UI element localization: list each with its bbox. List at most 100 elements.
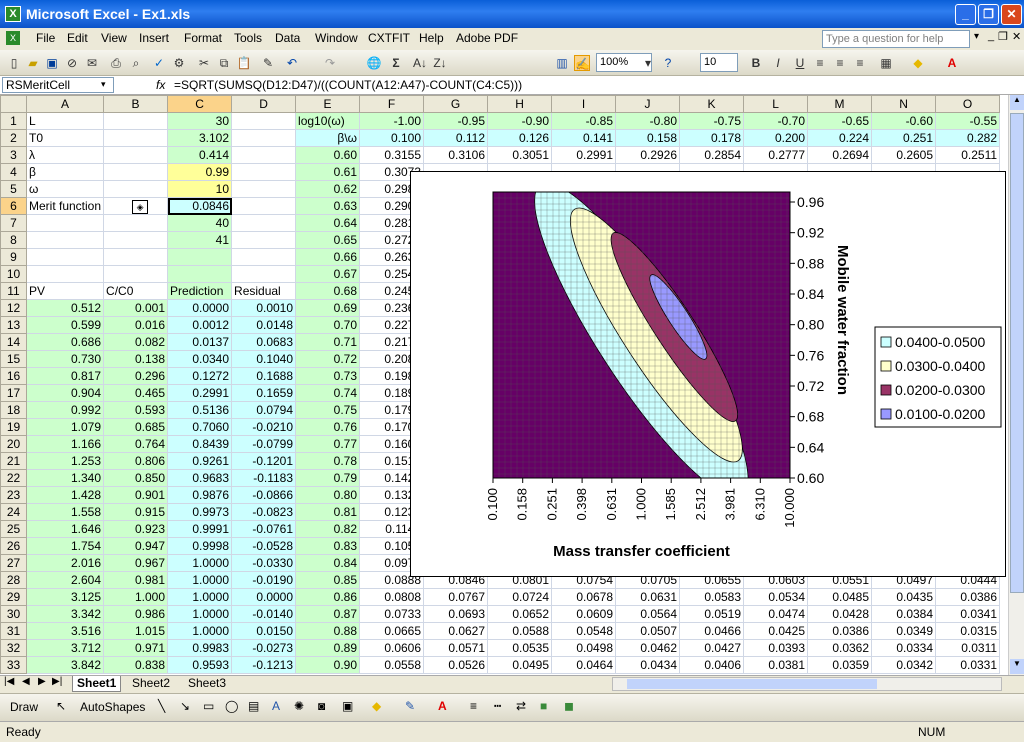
cell[interactable]: 0.0425 — [743, 622, 809, 640]
column-header[interactable]: N — [871, 95, 937, 113]
cell[interactable]: 3.102 — [167, 129, 233, 147]
cell[interactable]: 0.0485 — [807, 588, 873, 606]
cell[interactable]: 0.9991 — [167, 520, 233, 538]
column-header[interactable]: B — [103, 95, 169, 113]
formula-input[interactable]: =SQRT(SUMSQ(D12:D47)/((COUNT(A12:A47)-CO… — [174, 78, 522, 92]
cell[interactable]: 0.0000 — [167, 299, 233, 317]
menu-format[interactable]: Format — [184, 31, 222, 45]
cell[interactable]: 0.68 — [295, 282, 361, 300]
cell[interactable]: 0.2991 — [551, 146, 617, 164]
cell[interactable]: 0.0386 — [935, 588, 1001, 606]
clipart-icon[interactable]: ◙ — [318, 699, 325, 713]
cell[interactable]: 0.1272 — [167, 367, 233, 385]
align-center-icon[interactable]: ≡ — [832, 55, 848, 71]
cell[interactable]: -0.60 — [871, 112, 937, 130]
cell[interactable]: 0.0331 — [935, 656, 1001, 674]
cell[interactable]: 0.85 — [295, 571, 361, 589]
row-header[interactable]: 1 — [0, 112, 27, 130]
cell[interactable] — [25, 248, 105, 266]
cell[interactable]: 30 — [167, 112, 233, 130]
font-color-icon[interactable]: A — [944, 55, 960, 71]
format-painter-icon[interactable]: ✎ — [260, 55, 276, 71]
cell[interactable]: 0.001 — [103, 299, 169, 317]
cell[interactable]: 0.64 — [295, 214, 361, 232]
new-icon[interactable]: ▯ — [6, 55, 22, 71]
cell[interactable] — [103, 248, 169, 266]
cell[interactable]: -0.1183 — [231, 469, 297, 487]
cell[interactable]: 1.754 — [25, 537, 105, 555]
email-icon[interactable]: ✉ — [84, 55, 100, 71]
print-icon[interactable]: ⎙ — [108, 55, 124, 71]
cell[interactable]: 0.9998 — [167, 537, 233, 555]
cell[interactable]: 0.1040 — [231, 350, 297, 368]
cell[interactable]: 0.0341 — [935, 605, 1001, 623]
cell[interactable]: 0.0498 — [551, 639, 617, 657]
cell[interactable] — [25, 265, 105, 283]
row-header[interactable]: 10 — [0, 265, 27, 283]
cell[interactable]: ◈ — [103, 197, 169, 215]
cell[interactable]: 10 — [167, 180, 233, 198]
cell[interactable]: 0.81 — [295, 503, 361, 521]
cell[interactable]: 0.0571 — [423, 639, 489, 657]
cell[interactable]: 0.0311 — [935, 639, 1001, 657]
cell[interactable]: -0.0273 — [231, 639, 297, 657]
cell[interactable]: 0.1688 — [231, 367, 297, 385]
cell[interactable]: 0.158 — [615, 129, 681, 147]
cell[interactable]: 1.558 — [25, 503, 105, 521]
select-objects-icon[interactable]: ↖ — [56, 699, 66, 713]
cell[interactable]: -1.00 — [359, 112, 425, 130]
cell[interactable] — [231, 265, 297, 283]
cell[interactable]: 0.599 — [25, 316, 105, 334]
cell[interactable] — [103, 163, 169, 181]
cell[interactable]: -0.0140 — [231, 605, 297, 623]
cell[interactable]: 0.251 — [871, 129, 937, 147]
cell[interactable]: 0.0724 — [487, 588, 553, 606]
cell[interactable]: -0.65 — [807, 112, 873, 130]
cell[interactable]: 0.76 — [295, 418, 361, 436]
cell[interactable]: 0.0548 — [551, 622, 617, 640]
cell[interactable]: 3.516 — [25, 622, 105, 640]
cell[interactable]: 0.71 — [295, 333, 361, 351]
row-header[interactable]: 26 — [0, 537, 27, 555]
spelling-icon[interactable]: ✓ — [151, 55, 167, 71]
tab-next-icon[interactable]: ▶ — [38, 676, 46, 687]
cell[interactable]: 40 — [167, 214, 233, 232]
cell[interactable]: 0.0534 — [743, 588, 809, 606]
save-icon[interactable]: ▣ — [44, 55, 60, 71]
cell[interactable]: 0.981 — [103, 571, 169, 589]
cell[interactable]: 0.0137 — [167, 333, 233, 351]
underline-button[interactable]: U — [792, 55, 808, 71]
cell[interactable]: 0.971 — [103, 639, 169, 657]
cell[interactable]: 0.0652 — [487, 605, 553, 623]
cell[interactable]: PV — [25, 282, 105, 300]
cell[interactable]: 1.428 — [25, 486, 105, 504]
cell[interactable]: 0.0427 — [679, 639, 745, 657]
cell[interactable]: 0.0381 — [743, 656, 809, 674]
cell[interactable]: 0.3106 — [423, 146, 489, 164]
cell[interactable]: -0.90 — [487, 112, 553, 130]
cell[interactable]: 0.0150 — [231, 622, 297, 640]
cell[interactable]: 0.764 — [103, 435, 169, 453]
cell[interactable]: 0.850 — [103, 469, 169, 487]
cell[interactable]: 0.79 — [295, 469, 361, 487]
column-header[interactable]: K — [679, 95, 745, 113]
cut-icon[interactable]: ✂ — [196, 55, 212, 71]
cell[interactable]: 0.0693 — [423, 605, 489, 623]
cell[interactable]: -0.70 — [743, 112, 809, 130]
row-header[interactable]: 14 — [0, 333, 27, 351]
cell[interactable]: 0.904 — [25, 384, 105, 402]
column-header[interactable]: J — [615, 95, 681, 113]
oval-icon[interactable]: ◯ — [225, 699, 238, 713]
cell[interactable]: 0.0359 — [807, 656, 873, 674]
open-icon[interactable]: ▰ — [25, 55, 41, 71]
cell[interactable]: 0.2854 — [679, 146, 745, 164]
cell[interactable]: 0.88 — [295, 622, 361, 640]
cell[interactable]: 0.2605 — [871, 146, 937, 164]
cell[interactable]: 0.992 — [25, 401, 105, 419]
cell[interactable]: 1.166 — [25, 435, 105, 453]
cell[interactable]: 3.842 — [25, 656, 105, 674]
cell[interactable]: β\ω — [295, 129, 361, 147]
help-icon[interactable]: ? — [660, 55, 676, 71]
borders-icon[interactable]: ▦ — [878, 55, 894, 71]
row-header[interactable]: 20 — [0, 435, 27, 453]
